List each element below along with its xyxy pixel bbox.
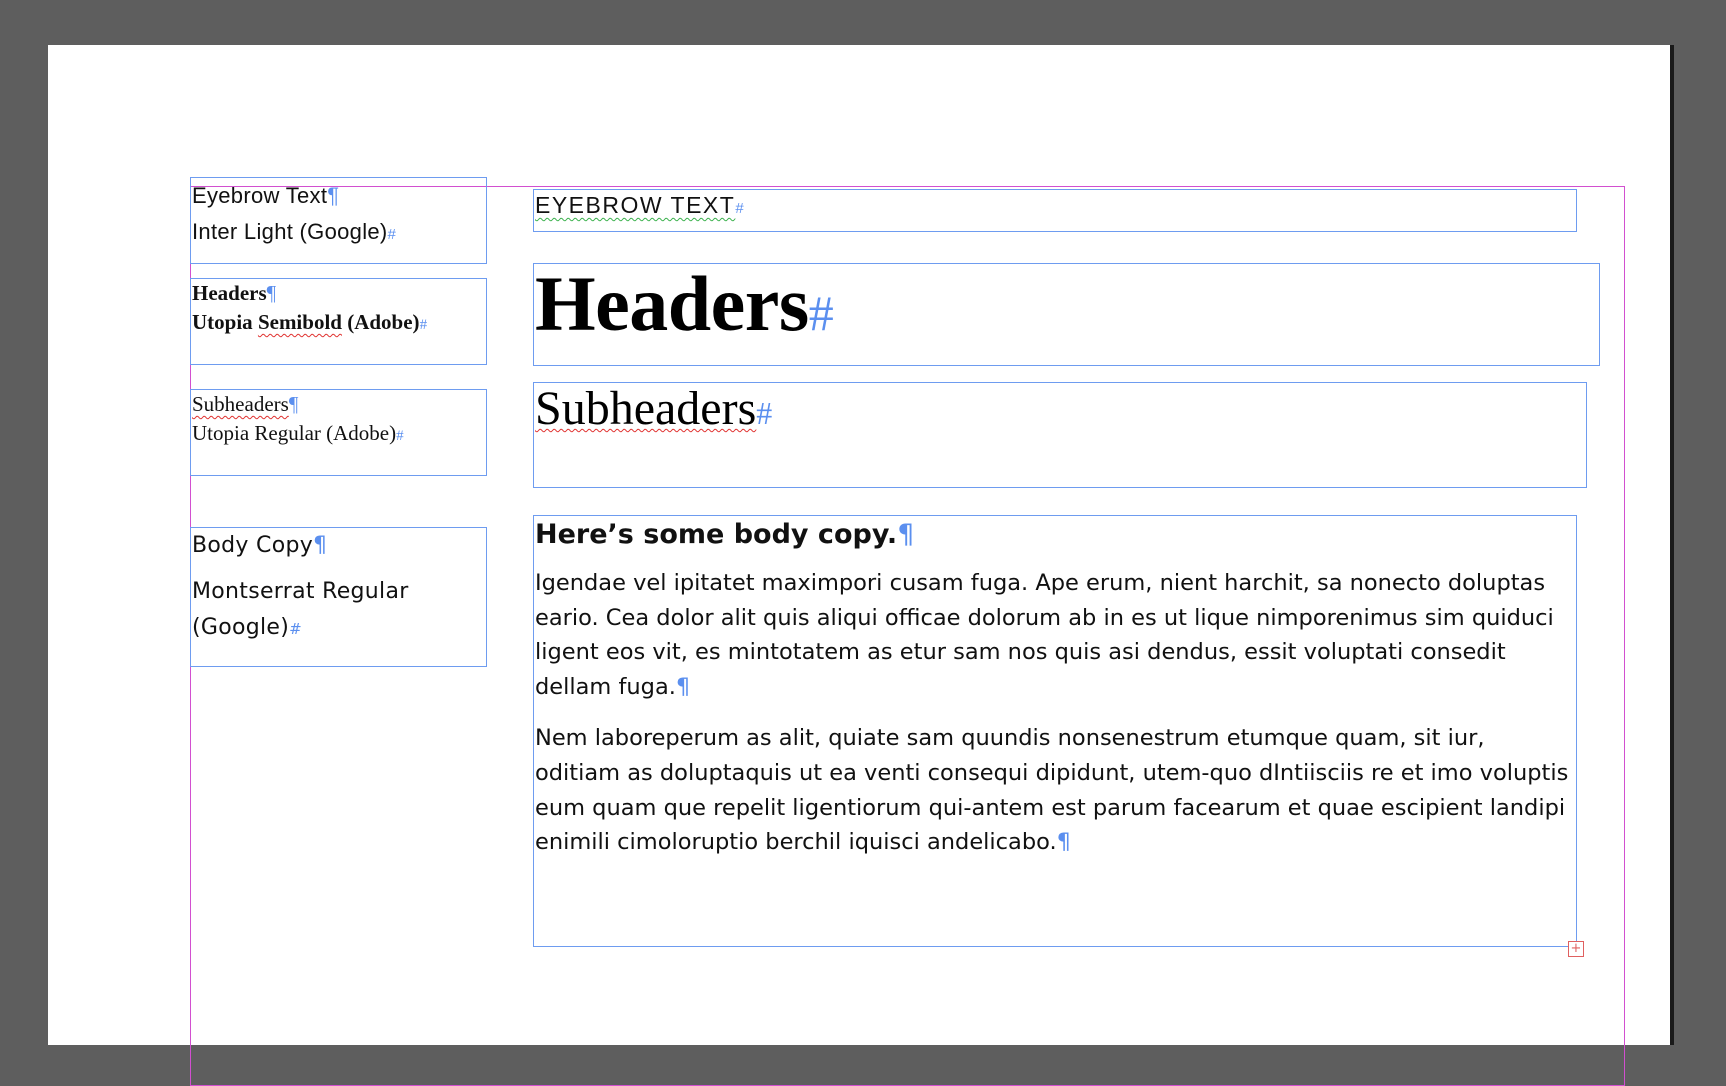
sample-eyebrow-line: EYEBROW TEXT# [535,190,1576,224]
sample-body-paragraph-2: Nem laboreperum as alit, quiate sam quun… [535,721,1576,859]
label-headers-font-suffix: (Adobe) [341,310,420,334]
label-headers-title-line: Headers¶ [192,279,486,308]
end-of-story-mark: # [735,200,746,217]
document-page: Eyebrow Text¶ Inter Light (Google)# Head… [48,45,1670,1086]
sample-body-heading-text: Here’s some body copy. [535,519,898,550]
label-frame-body[interactable]: Body Copy¶ Montserrat Regular (Google)# [190,527,487,667]
label-eyebrow-title-line: Eyebrow Text¶ [192,178,486,214]
end-of-story-mark: # [756,395,773,431]
label-frame-eyebrow[interactable]: Eyebrow Text¶ Inter Light (Google)# [190,177,487,264]
end-of-story-mark: # [289,620,303,638]
sample-body-paragraph-2-text: Nem laboreperum as alit, quiate sam quun… [535,725,1569,856]
paragraph-mark: ¶ [266,281,277,305]
label-eyebrow-font: Inter Light (Google) [192,219,388,244]
sample-frame-eyebrow[interactable]: EYEBROW TEXT# [533,189,1577,232]
sample-frame-headers[interactable]: Headers# [533,263,1600,366]
label-headers-title: Headers [192,281,267,305]
paragraph-mark: ¶ [675,673,691,700]
sample-subheaders-text: Subheaders [535,382,757,435]
end-of-story-mark: # [808,285,834,341]
paragraph-mark: ¶ [897,519,915,550]
paragraph-mark: ¶ [288,392,299,416]
label-body-title: Body Copy [192,533,314,558]
label-subheaders-font-line: Utopia Regular (Adobe)# [192,419,486,451]
label-subheaders-title-line: Subheaders¶ [192,390,486,419]
label-eyebrow-font-line: Inter Light (Google)# [192,214,486,253]
paragraph-mark: ¶ [327,183,340,208]
label-subheaders-font: Utopia Regular (Adobe) [192,421,397,445]
sample-frame-subheaders[interactable]: Subheaders# [533,382,1587,488]
sample-headers-line: Headers# [535,264,1599,353]
label-headers-font-line: Utopia Semibold (Adobe)# [192,308,486,340]
label-body-font-line-1: Montserrat Regular [192,574,486,610]
sample-frame-body[interactable]: Here’s some body copy.¶ Igendae vel ipit… [533,515,1577,947]
sample-body-paragraph-1: Igendae vel ipitatet maximpori cusam fug… [535,566,1576,704]
sample-eyebrow-text: EYEBROW TEXT [535,192,736,218]
label-eyebrow-title: Eyebrow Text [192,183,328,208]
label-body-font-1: Montserrat Regular [192,579,409,604]
label-frame-headers[interactable]: Headers¶ Utopia Semibold (Adobe)# [190,278,487,365]
end-of-story-mark: # [419,317,428,333]
text-overflow-port[interactable]: + [1568,941,1584,957]
sample-body-heading: Here’s some body copy.¶ [535,516,1576,554]
label-headers-font-prefix: Utopia [192,310,258,334]
end-of-story-mark: # [387,226,397,243]
label-body-font-2: (Google) [192,615,290,640]
end-of-story-mark: # [396,428,404,444]
paragraph-mark: ¶ [313,533,328,558]
sample-subheaders-line: Subheaders# [535,383,1586,439]
sample-headers-text: Headers [535,260,809,347]
label-body-title-line: Body Copy¶ [192,528,486,564]
label-subheaders-title: Subheaders [192,392,289,416]
label-body-font-line-2: (Google)# [192,610,486,647]
paragraph-mark: ¶ [1056,829,1071,856]
label-frame-subheaders[interactable]: Subheaders¶ Utopia Regular (Adobe)# [190,389,487,476]
label-headers-font-word: Semibold [257,310,342,334]
